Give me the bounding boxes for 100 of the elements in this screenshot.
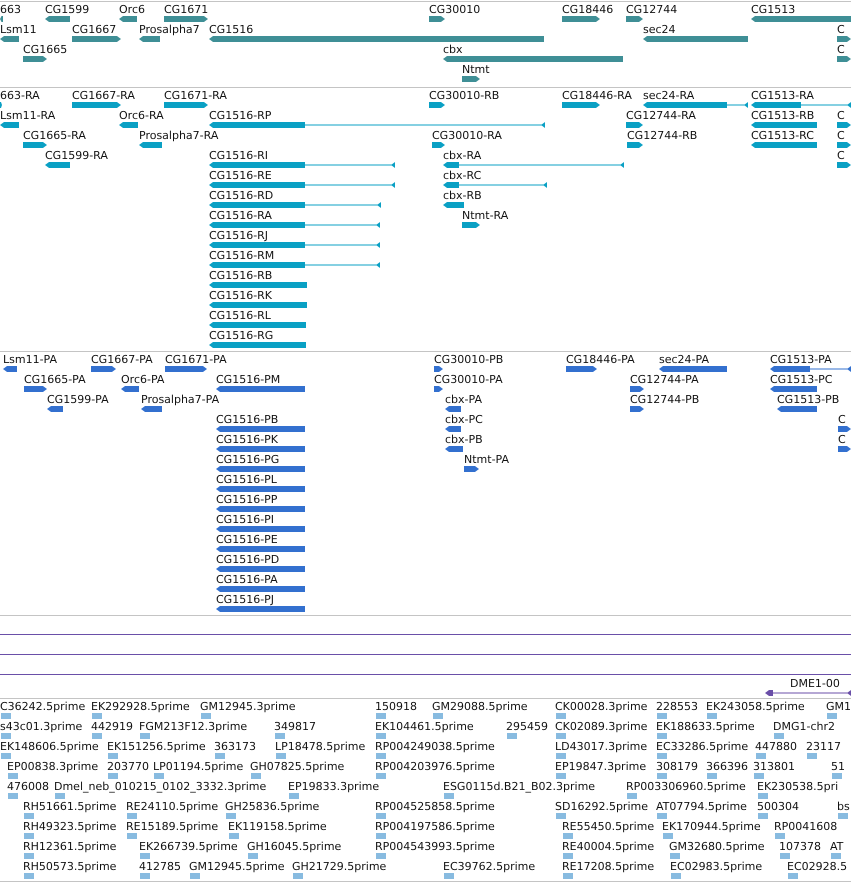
protein-label: CG12744-PB [630,393,700,406]
transcript-label: CG1516-RL [209,309,271,322]
gene-label: 663 [0,3,21,16]
est-label: EK292928.5prime [91,700,190,713]
est-label: EK148606.5prime [0,740,99,753]
gene-label: CG1667 [72,23,116,36]
est-label: RH12361.5prime [23,840,116,853]
est-label: 51 [831,760,845,773]
gene-label: CG1516 [209,23,254,36]
protein-label: C [838,413,846,426]
est-bar [24,873,34,879]
est-bar [154,773,164,779]
est-bar [8,773,18,779]
est-bar [433,713,443,719]
protein-label: C [838,433,846,446]
est-bar [108,753,118,759]
protein-label: cbx-PA [445,393,482,406]
est-label: SD16292.5prime [555,800,648,813]
est-bar [24,813,34,819]
protein-label: CG1516-PD [216,553,280,566]
est-bar [201,713,211,719]
est-bar [376,813,386,819]
est-bar [707,773,717,779]
est-bar [838,813,848,819]
est-bar [293,873,303,879]
est-label: RP004543993.5prime [375,840,495,853]
protein-label: CG1516-PI [216,513,274,526]
est-bar [754,773,764,779]
est-bar [275,733,285,739]
protein-label: CG1513-PB [777,393,840,406]
transcript-label: CG1671-RA [164,89,227,102]
est-label: 442919 [91,720,133,733]
repeat-label: DME1-00 [790,677,840,690]
est-bar [190,873,200,879]
est-bar [215,753,225,759]
est-bar [758,813,768,819]
protein-label: CG12744-PA [630,373,699,386]
est-label: EK119158.5prime [228,820,327,833]
gene-label: Orc6 [119,3,145,16]
est-bar [671,873,681,879]
est-label: 313801 [753,760,795,773]
est-bar [774,733,784,739]
protein-label: CG1516-PE [216,533,278,546]
protein-label: Orc6-PA [121,373,164,386]
est-bar [556,813,566,819]
est-bar [556,733,566,739]
transcript-label: CG18446-RA [562,89,632,102]
protein-label: cbx-PC [445,413,483,426]
est-bar [1,733,11,739]
est-bar [376,733,386,739]
est-label: RE17208.5prime [562,860,654,873]
gene-label: CG1599 [45,3,90,16]
protein-label: sec24-PA [659,353,709,366]
transcript-label: CG1513-RC [751,129,814,142]
est-bar [376,833,386,839]
transcript-label: cbx-RB [443,189,482,202]
gene-label: C [837,43,845,56]
est-label: 500304 [757,800,799,813]
est-label: GH25836.5prime [225,800,320,813]
transcript-label: CG12744-RA [626,109,696,122]
est-label: 412785 [139,860,181,873]
est-bar [627,793,637,799]
est-bar [775,833,785,839]
est-bar [24,853,34,859]
est-label: LP01194.5prime [153,760,244,773]
transcript-label: cbx-RA [443,149,482,162]
transcript-label: Ntmt-RA [462,209,508,222]
protein-label: Ntmt-PA [464,453,509,466]
est-label: 308179 [656,760,698,773]
transcript-label: CG1516-RP [209,109,272,122]
est-bar [756,753,766,759]
protein-label: CG1599-PA [47,393,109,406]
est-bar [707,713,717,719]
transcript-label: CG1516-RK [209,289,272,302]
gene-label: C [837,23,845,36]
est-bar [663,833,673,839]
est-label: 23117 [806,740,841,753]
est-bar [807,753,817,759]
protein-label: CG1665-PA [24,373,86,386]
est-bar [832,773,842,779]
est-label: EP19847.3prime [555,760,646,773]
est-bar [127,833,137,839]
est-bar [229,833,239,839]
est-label: 150918 [375,700,417,713]
est-bar [563,853,573,859]
est-bar [831,853,841,859]
protein-label: CG1513-PC [770,373,832,386]
est-label: EK243058.5prime [706,700,805,713]
est-bar [248,853,258,859]
protein-label: Lsm11-PA [3,353,57,366]
protein-label: CG1516-PJ [216,593,274,606]
est-bar [127,813,137,819]
est-bar [657,813,667,819]
transcript-label: sec24-RA [643,89,694,102]
transcript-label: CG1513-RB [751,109,814,122]
est-label: GM1 [826,700,851,713]
est-bar [657,733,667,739]
est-label: RH51661.5prime [23,800,116,813]
protein-label: CG1513-PA [770,353,832,366]
transcript-label: CG1667-RA [72,89,135,102]
